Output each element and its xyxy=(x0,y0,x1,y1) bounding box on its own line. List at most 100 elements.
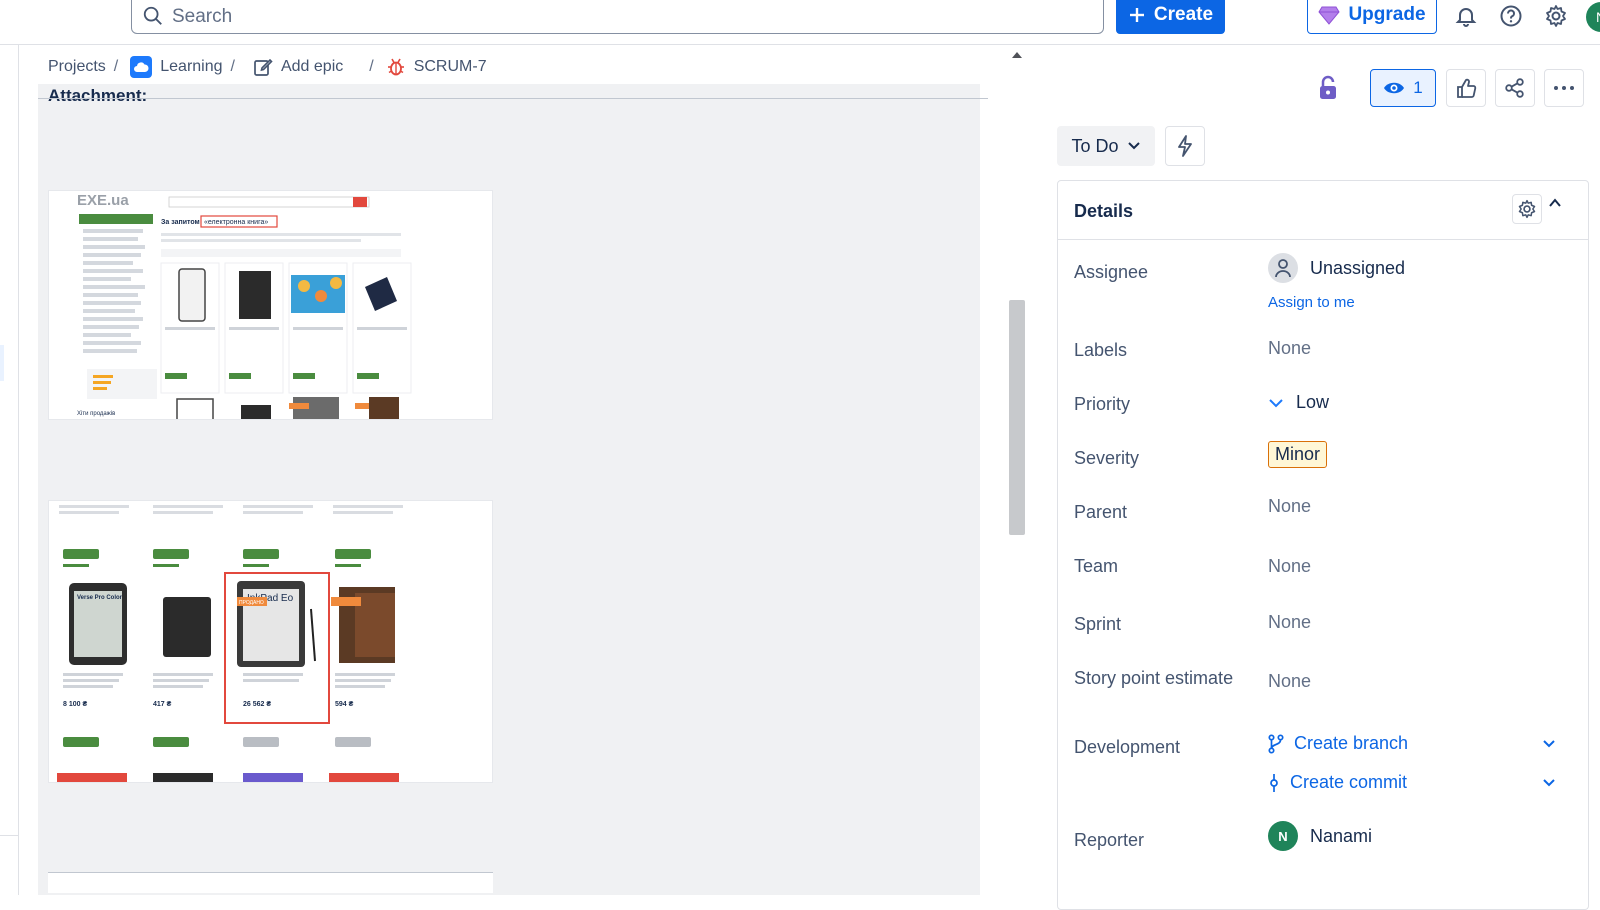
team-label: Team xyxy=(1074,556,1119,576)
priority-field[interactable]: Low xyxy=(1268,392,1329,413)
attachment-thumbnail-3-partial[interactable] xyxy=(48,872,493,893)
reporter-field[interactable]: N Nanami xyxy=(1268,821,1372,851)
more-actions-button[interactable] xyxy=(1544,69,1584,107)
attachment-heading: Attachment: xyxy=(48,86,148,105)
create-commit-label: Create commit xyxy=(1290,772,1408,792)
upgrade-button[interactable]: Upgrade xyxy=(1307,0,1437,34)
like-button[interactable] xyxy=(1446,69,1486,107)
story-points-label: Story point estimate xyxy=(1074,668,1234,688)
breadcrumb-separator: / xyxy=(230,58,235,75)
chevron-up-icon[interactable] xyxy=(1548,197,1562,209)
reporter-label: Reporter xyxy=(1074,830,1145,850)
breadcrumb-epic-label: Add epic xyxy=(280,58,344,75)
create-branch-label: Create branch xyxy=(1294,733,1409,753)
details-header[interactable]: Details xyxy=(1058,181,1588,240)
unlock-icon xyxy=(1320,75,1336,99)
create-button[interactable]: Create xyxy=(1116,0,1225,34)
sprint-value[interactable]: None xyxy=(1268,612,1311,633)
parent-label: Parent xyxy=(1074,502,1128,522)
story-points-value[interactable]: None xyxy=(1268,671,1311,692)
details-title: Details xyxy=(1074,201,1134,221)
severity-value[interactable]: Minor xyxy=(1268,441,1328,468)
search-box[interactable] xyxy=(131,0,1104,34)
breadcrumb-issue-label: SCRUM-7 xyxy=(413,58,487,75)
content-scrollbar[interactable] xyxy=(1008,50,1026,895)
bug-icon xyxy=(387,58,404,76)
attachment-thumbnail-1[interactable]: EXE.ua За запитом «електронна книга» Хіт… xyxy=(48,190,493,420)
thumb1-query-prefix: За запитом xyxy=(161,219,200,226)
priority-low-icon xyxy=(1269,398,1283,407)
reporter-name: Nanami xyxy=(1310,825,1373,846)
thumb1-sidebar-footer: Хіти продажів xyxy=(77,411,115,417)
project-cloud-icon xyxy=(130,56,153,78)
more-icon xyxy=(1554,86,1574,90)
left-sidebar-edge xyxy=(0,45,19,895)
breadcrumb-project-label: Learning xyxy=(160,58,223,75)
thumb1-query: «електронна книга» xyxy=(204,219,268,226)
details-settings-button[interactable] xyxy=(1512,194,1542,224)
chevron-down-icon[interactable] xyxy=(1542,778,1556,788)
sidebar-selection-marker xyxy=(0,345,4,381)
help-icon[interactable] xyxy=(1497,2,1525,30)
gear-icon xyxy=(1518,199,1536,219)
parent-value[interactable]: None xyxy=(1268,496,1311,517)
assignee-value: Unassigned xyxy=(1310,257,1406,278)
share-button[interactable] xyxy=(1495,69,1535,107)
assignee-field[interactable]: Unassigned xyxy=(1268,253,1405,283)
watch-count: 1 xyxy=(1413,78,1423,97)
create-branch-link[interactable]: Create branch xyxy=(1268,733,1408,754)
description-content: Attachment: EXE.ua За запитом «електронн… xyxy=(38,84,988,895)
search-input[interactable] xyxy=(170,3,1074,31)
details-section: Details Assignee Unassigned Assign to me… xyxy=(1057,180,1589,910)
sidebar-divider xyxy=(0,835,18,836)
restrictions-button[interactable] xyxy=(1311,69,1345,107)
plus-icon xyxy=(1129,8,1144,22)
labels-label: Labels xyxy=(1074,340,1128,360)
chevron-down-icon xyxy=(1127,142,1140,150)
unassigned-avatar-icon xyxy=(1268,253,1298,283)
breadcrumb-project[interactable]: Learning xyxy=(130,56,223,78)
reporter-initial: N xyxy=(1278,828,1288,844)
thumb2-product-a-price: 8 100 ₴ xyxy=(63,701,87,708)
breadcrumb-projects-label: Projects xyxy=(48,58,106,75)
lightning-icon xyxy=(1178,135,1192,157)
commit-icon xyxy=(1270,773,1278,792)
eye-icon xyxy=(1384,82,1405,94)
user-avatar[interactable]: N xyxy=(1586,2,1600,32)
diamond-icon xyxy=(1318,6,1341,25)
labels-value[interactable]: None xyxy=(1268,338,1311,359)
status-label: To Do xyxy=(1071,135,1119,156)
assign-to-me-link[interactable]: Assign to me xyxy=(1268,294,1355,311)
breadcrumb-issue[interactable]: SCRUM-7 xyxy=(386,57,487,77)
severity-label: Severity xyxy=(1074,448,1140,468)
breadcrumb-separator: / xyxy=(369,58,374,75)
attachment-thumbnail-2[interactable]: Verse Pro Color InkPad Eo ПРОДАНО 8 100 … xyxy=(48,500,493,783)
thumb1-logo-text: EXE.ua xyxy=(77,192,129,209)
edit-icon xyxy=(254,58,273,76)
create-label: Create xyxy=(1153,4,1214,25)
top-navigation: Create Upgrade N xyxy=(0,0,1600,45)
breadcrumb: Projects / Learning / Add epic / SCRUM-7 xyxy=(48,52,487,82)
breadcrumb-projects[interactable]: Projects xyxy=(48,58,106,76)
thumb2-badge: ПРОДАНО xyxy=(239,600,264,606)
assignee-label: Assignee xyxy=(1074,262,1149,282)
status-dropdown[interactable]: To Do xyxy=(1057,126,1155,166)
content-divider xyxy=(38,98,988,99)
thumb2-highlighted-price: 26 562 ₴ xyxy=(243,701,271,708)
create-commit-link[interactable]: Create commit xyxy=(1268,772,1407,793)
thumb2-product-d-price: 594 ₴ xyxy=(335,701,354,708)
thumb2-product-b-price: 417 ₴ xyxy=(153,701,172,708)
scroll-thumb[interactable] xyxy=(1009,300,1025,535)
notifications-icon[interactable] xyxy=(1452,2,1480,30)
screenshot-search-results: EXE.ua За запитом «електронна книга» Хіт… xyxy=(49,191,492,419)
breadcrumb-add-epic[interactable]: Add epic xyxy=(253,57,343,77)
team-value[interactable]: None xyxy=(1268,556,1311,577)
chevron-down-icon[interactable] xyxy=(1542,739,1556,749)
priority-label: Priority xyxy=(1074,394,1131,414)
watch-button[interactable]: 1 xyxy=(1370,69,1436,107)
automation-button[interactable] xyxy=(1165,126,1205,166)
scroll-up-arrow-icon[interactable] xyxy=(1012,52,1022,58)
issue-details-panel: 1 To Do Details Assignee Unassigned Assi… xyxy=(1027,45,1600,910)
settings-icon[interactable] xyxy=(1542,2,1570,30)
search-icon xyxy=(143,6,162,25)
